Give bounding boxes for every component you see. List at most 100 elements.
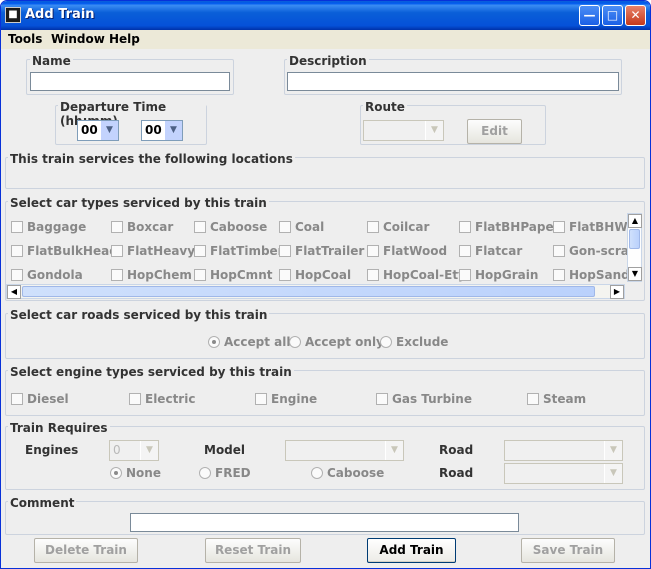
road-select[interactable]: ▼ (504, 440, 623, 461)
checkbox-icon (279, 269, 291, 281)
car-type-checkbox[interactable]: HopCoal-Ety (367, 268, 466, 282)
car-type-checkbox[interactable]: Baggage (11, 220, 86, 234)
engine-type-electric-checkbox[interactable]: Electric (129, 392, 195, 406)
accept-all-label: Accept all (224, 335, 291, 349)
minimize-button[interactable]: — (579, 5, 600, 26)
scroll-left-icon[interactable]: ◀ (7, 285, 21, 299)
engine-type-steam-checkbox[interactable]: Steam (527, 392, 586, 406)
car-type-checkbox[interactable]: HopSand (553, 268, 627, 282)
car-types-vertical-scrollbar[interactable]: ▲ ▼ (627, 213, 642, 282)
engine-type-gas-turbine-checkbox[interactable]: Gas Turbine (376, 392, 472, 406)
car-type-label: FlatBHPaper (475, 220, 560, 234)
checkbox-icon (111, 245, 123, 257)
engine-type-label: Diesel (27, 392, 69, 406)
delete-train-button[interactable]: Delete Train (34, 538, 138, 563)
radio-selected-icon (208, 336, 220, 348)
checkbox-icon (459, 269, 471, 281)
none-label: None (126, 466, 161, 480)
car-type-checkbox[interactable]: Gondola (11, 268, 83, 282)
engine-type-engine-checkbox[interactable]: Engine (255, 392, 317, 406)
car-types-list: Baggage Boxcar Caboose Coal Coilcar FlatBHPap… (1, 49, 627, 289)
menu-tools[interactable]: Tools (8, 32, 42, 46)
car-type-checkbox[interactable]: Flatcar (459, 244, 522, 258)
window-title: Add Train (25, 7, 95, 22)
car-type-label: FlatTrailer (295, 244, 365, 258)
reset-train-button[interactable]: Reset Train (205, 538, 301, 563)
model-select[interactable]: ▼ (285, 440, 404, 461)
car-type-label: FlatHeavy (127, 244, 196, 258)
car-type-checkbox[interactable]: Boxcar (111, 220, 173, 234)
accept-only-radio[interactable]: Accept only (289, 335, 384, 349)
exclude-radio[interactable]: Exclude (380, 335, 448, 349)
checkbox-icon (553, 221, 565, 233)
engine-type-label: Engine (271, 392, 318, 406)
checkbox-icon (11, 393, 23, 405)
car-types-horizontal-scrollbar[interactable]: ◀ ▶ (6, 284, 625, 299)
radio-icon (311, 467, 323, 479)
car-type-label: HopGrain (475, 268, 539, 282)
car-type-checkbox[interactable]: Coal (279, 220, 324, 234)
caboose-fred-radio[interactable]: FRED (199, 466, 251, 480)
road-label: Road (439, 443, 474, 457)
scroll-down-icon[interactable]: ▼ (628, 267, 642, 281)
checkbox-icon (194, 245, 206, 257)
engines-select[interactable]: 0 ▼ (109, 440, 159, 461)
chevron-down-icon: ▼ (140, 441, 158, 460)
car-type-checkbox[interactable]: FlatBulkHead (11, 244, 118, 258)
menu-bar: Tools Window Help (1, 30, 650, 49)
maximize-button[interactable]: □ (602, 5, 623, 26)
car-type-label: FlatBHWo (569, 220, 627, 234)
engine-types-label: Select engine types serviced by this tra… (8, 365, 294, 379)
caboose-none-radio[interactable]: None (110, 466, 161, 480)
engine-type-label: Gas Turbine (392, 392, 472, 406)
add-train-button[interactable]: Add Train (367, 538, 456, 563)
caboose-caboose-radio[interactable]: Caboose (311, 466, 384, 480)
car-type-checkbox[interactable]: FlatTrailer (279, 244, 364, 258)
comment-field[interactable] (130, 513, 519, 532)
form-content: Name Description Departure Time (hh:mm) … (1, 49, 650, 568)
menu-help[interactable]: Help (109, 32, 140, 46)
save-train-button[interactable]: Save Train (521, 538, 615, 563)
scroll-right-icon[interactable]: ▶ (610, 285, 624, 299)
vertical-scroll-thumb[interactable] (629, 229, 640, 249)
checkbox-icon (553, 245, 565, 257)
radio-icon (380, 336, 392, 348)
checkbox-icon (255, 393, 267, 405)
car-type-checkbox[interactable]: Gon-scrap (553, 244, 627, 258)
caboose-label: Caboose (327, 466, 385, 480)
checkbox-icon (459, 245, 471, 257)
caboose-road-select[interactable]: ▼ (504, 463, 623, 484)
menu-window[interactable]: Window (51, 32, 105, 46)
radio-icon (199, 467, 211, 479)
car-type-checkbox[interactable]: Coilcar (367, 220, 429, 234)
car-type-checkbox[interactable]: FlatTimber (194, 244, 284, 258)
title-bar[interactable]: ■ Add Train — □ ✕ (1, 1, 650, 30)
train-requires-group: Train Requires Engines 0 ▼ Model ▼ Road … (5, 421, 645, 490)
checkbox-icon (129, 393, 141, 405)
close-button[interactable]: ✕ (625, 5, 646, 26)
train-icon: ■ (5, 7, 21, 23)
engine-type-diesel-checkbox[interactable]: Diesel (11, 392, 69, 406)
car-type-label: Coilcar (383, 220, 430, 234)
checkbox-icon (459, 221, 471, 233)
car-type-checkbox[interactable]: FlatBHWo (553, 220, 627, 234)
car-type-checkbox[interactable]: FlatHeavy (111, 244, 195, 258)
checkbox-icon (11, 269, 23, 281)
car-type-checkbox[interactable]: HopGrain (459, 268, 538, 282)
car-type-checkbox[interactable]: HopCoal (279, 268, 351, 282)
checkbox-icon (367, 269, 379, 281)
car-type-label: Gon-scrap (569, 244, 627, 258)
checkbox-icon (11, 221, 23, 233)
car-type-checkbox[interactable]: FlatWood (367, 244, 447, 258)
car-type-checkbox[interactable]: HopCmnt (194, 268, 272, 282)
road2-label: Road (439, 466, 474, 480)
car-type-checkbox[interactable]: Caboose (194, 220, 267, 234)
horizontal-scroll-thumb[interactable] (22, 286, 595, 297)
scroll-up-icon[interactable]: ▲ (628, 214, 642, 228)
checkbox-icon (111, 269, 123, 281)
car-type-checkbox[interactable]: FlatBHPaper (459, 220, 560, 234)
car-type-checkbox[interactable]: HopChem (111, 268, 192, 282)
accept-all-radio[interactable]: Accept all (208, 335, 290, 349)
fred-label: FRED (215, 466, 251, 480)
add-train-window: ■ Add Train — □ ✕ Tools Window Help Name… (0, 0, 651, 569)
